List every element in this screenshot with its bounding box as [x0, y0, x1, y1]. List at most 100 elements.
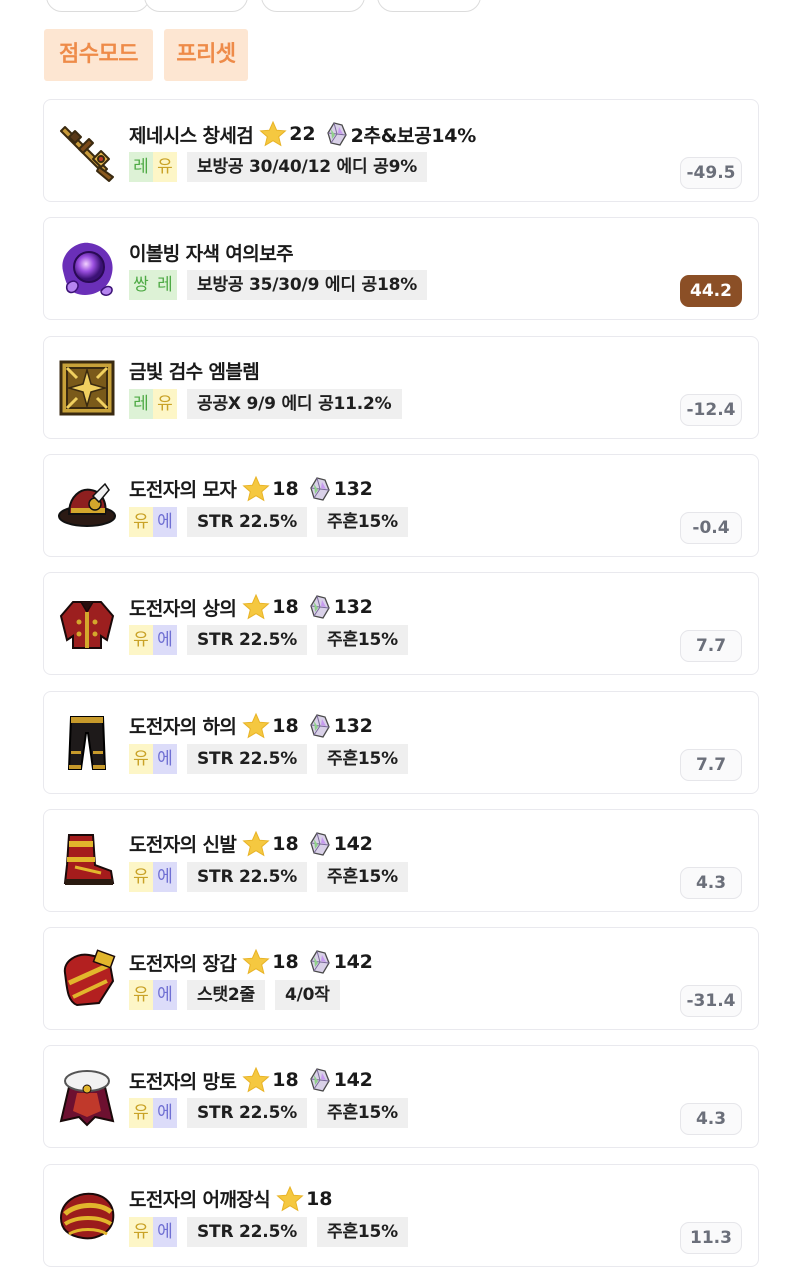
star-icon — [259, 120, 287, 148]
potential-grade-badge: 유에 — [129, 625, 177, 656]
equipment-card[interactable]: 도전자의 장갑 18 142 유 에 스탯2줄 4/0작 -31.4 — [43, 927, 759, 1031]
potential-grade-letter: 유 — [129, 1098, 153, 1129]
equipment-card[interactable]: 도전자의 모자 18 132 유 에 STR 22.5% 주흔15% -0.4 — [43, 453, 759, 557]
option-tag: 4/0작 — [274, 980, 340, 1011]
shoes-icon — [55, 829, 119, 893]
starforce-value: 18 — [272, 1069, 299, 1092]
item-title-row: 도전자의 장갑 18 142 — [129, 946, 373, 978]
additional-option-value: 2추&보공14% — [350, 124, 477, 147]
star-icon — [242, 948, 270, 976]
top-tab[interactable] — [144, 0, 248, 12]
potential-grade-letter: 에 — [153, 625, 177, 656]
potential-grade-badge: 유에 — [129, 1216, 177, 1247]
shoulder-icon — [55, 1184, 119, 1248]
item-options-row: 레 유 공공X 9/9 에디 공11.2% — [129, 388, 402, 419]
item-name: 금빛 검수 엠블렘 — [129, 361, 260, 384]
potential-grade-letter: 유 — [129, 625, 153, 656]
equipment-card[interactable]: 도전자의 망토 18 142 유 에 STR 22.5% 주흔15% 4.3 — [43, 1045, 759, 1149]
score-badge: -0.4 — [680, 511, 742, 544]
option-tag: 보방공 30/40/12 에디 공9% — [187, 152, 428, 182]
option-tag: 주흔15% — [317, 1098, 409, 1129]
option-tag: 주흔15% — [317, 861, 409, 892]
item-name: 도전자의 모자 — [129, 479, 237, 502]
equipment-card[interactable]: 이볼빙 자색 여의보주 쌍 레 보방공 35/30/9 에디 공18% 44.2 — [43, 217, 759, 321]
potential-grade-letter: 쌍 — [129, 270, 153, 301]
additional-option-value: 132 — [333, 477, 373, 500]
item-title-row: 도전자의 상의 18 132 — [129, 591, 373, 623]
option-tag: 주흔15% — [317, 1216, 409, 1247]
potential-grade-letter: 에 — [153, 1098, 177, 1129]
potential-grade-letter: 에 — [153, 861, 177, 892]
equipment-card[interactable]: 도전자의 하의 18 132 유 에 STR 22.5% 주흔15% 7.7 — [43, 690, 759, 794]
item-title-row: 도전자의 하의 18 132 — [129, 710, 373, 742]
score-mode-button[interactable]: 점수모드 — [44, 29, 153, 81]
equipment-card[interactable]: 금빛 검수 엠블렘 레 유 공공X 9/9 에디 공11.2% -12.4 — [43, 335, 759, 439]
option-tag: 보방공 35/30/9 에디 공18% — [187, 270, 428, 301]
top-tab[interactable] — [46, 0, 150, 12]
starforce-value: 18 — [272, 714, 299, 737]
option-tag: STR 22.5% — [187, 743, 308, 774]
item-name: 제네시스 창세검 — [129, 124, 254, 147]
star-icon — [242, 593, 270, 621]
star-icon — [242, 475, 270, 503]
flame-gem-icon — [309, 713, 331, 739]
additional-option-value: 142 — [333, 832, 373, 855]
flame-gem-icon — [309, 949, 331, 975]
score-badge: 44.2 — [680, 275, 742, 308]
item-name: 도전자의 신발 — [129, 834, 237, 857]
flame-gem-icon — [309, 594, 331, 620]
option-tag: 주흔15% — [317, 743, 409, 774]
equipment-card[interactable]: 도전자의 어깨장식 18 유 에 STR 22.5% 주흔15% 11.3 — [43, 1163, 759, 1267]
cape-icon — [55, 1065, 119, 1129]
top-tab[interactable] — [377, 0, 481, 12]
equipment-card[interactable]: 도전자의 신발 18 142 유 에 STR 22.5% 주흔15% 4.3 — [43, 808, 759, 912]
option-tag: 주흔15% — [317, 625, 409, 656]
item-title-row: 도전자의 어깨장식 18 — [129, 1183, 333, 1215]
equipment-card[interactable]: 도전자의 상의 18 132 유 에 STR 22.5% 주흔15% 7.7 — [43, 572, 759, 676]
item-name: 도전자의 어깨장식 — [129, 1189, 271, 1212]
option-tag: STR 22.5% — [187, 861, 308, 892]
top-tab[interactable] — [261, 0, 365, 12]
star-icon — [242, 1066, 270, 1094]
starforce-value: 18 — [306, 1187, 333, 1210]
item-name: 도전자의 상의 — [129, 597, 237, 620]
potential-grade-letter: 유 — [129, 980, 153, 1011]
score-badge: -49.5 — [680, 157, 742, 189]
flame-gem-icon — [309, 831, 331, 857]
starforce-value: 18 — [272, 477, 299, 500]
option-tag: 주흔15% — [317, 506, 409, 537]
potential-grade-letter: 유 — [153, 152, 177, 182]
option-tag: 스탯2줄 — [187, 980, 265, 1011]
star-icon — [242, 830, 270, 858]
potential-grade-badge: 유에 — [129, 861, 177, 892]
item-options-row: 유 에 스탯2줄 4/0작 — [129, 980, 340, 1011]
potential-grade-letter: 에 — [153, 743, 177, 774]
option-tag: STR 22.5% — [187, 506, 308, 537]
score-badge: -31.4 — [680, 985, 742, 1018]
item-name: 도전자의 하의 — [129, 716, 237, 738]
potential-grade-letter: 레 — [153, 270, 177, 301]
additional-option-value: 132 — [333, 714, 373, 737]
potential-grade-letter: 레 — [129, 152, 153, 182]
pants-icon — [55, 711, 119, 775]
item-title-row: 제네시스 창세검 22 2추&보공14% — [129, 118, 476, 150]
potential-grade-badge: 유에 — [129, 1098, 177, 1129]
potential-grade-badge: 유에 — [129, 506, 177, 537]
score-badge: 7.7 — [680, 630, 742, 663]
item-title-row: 도전자의 망토 18 142 — [129, 1064, 373, 1096]
option-tag: 공공X 9/9 에디 공11.2% — [187, 388, 402, 419]
item-title-row: 도전자의 모자 18 132 — [129, 473, 373, 505]
item-title-row: 도전자의 신발 18 142 — [129, 828, 373, 860]
item-options-row: 레 유 보방공 30/40/12 에디 공9% — [129, 152, 428, 182]
equipment-card[interactable]: 제네시스 창세검 22 2추&보공14% 레 유 보방공 30/40/12 에디 공9% -… — [43, 99, 759, 202]
emblem-icon — [55, 356, 119, 420]
potential-grade-letter: 유 — [153, 388, 177, 419]
item-options-row: 유 에 STR 22.5% 주흔15% — [129, 506, 409, 537]
potential-grade-letter: 에 — [153, 1216, 177, 1247]
potential-grade-badge: 유에 — [129, 743, 177, 774]
additional-option-value: 132 — [333, 596, 373, 619]
preset-button[interactable]: 프리셋 — [164, 29, 248, 81]
item-options-row: 유 에 STR 22.5% 주흔15% — [129, 1098, 409, 1129]
potential-grade-badge: 쌍레 — [129, 270, 177, 301]
potential-grade-badge: 유에 — [129, 980, 177, 1011]
